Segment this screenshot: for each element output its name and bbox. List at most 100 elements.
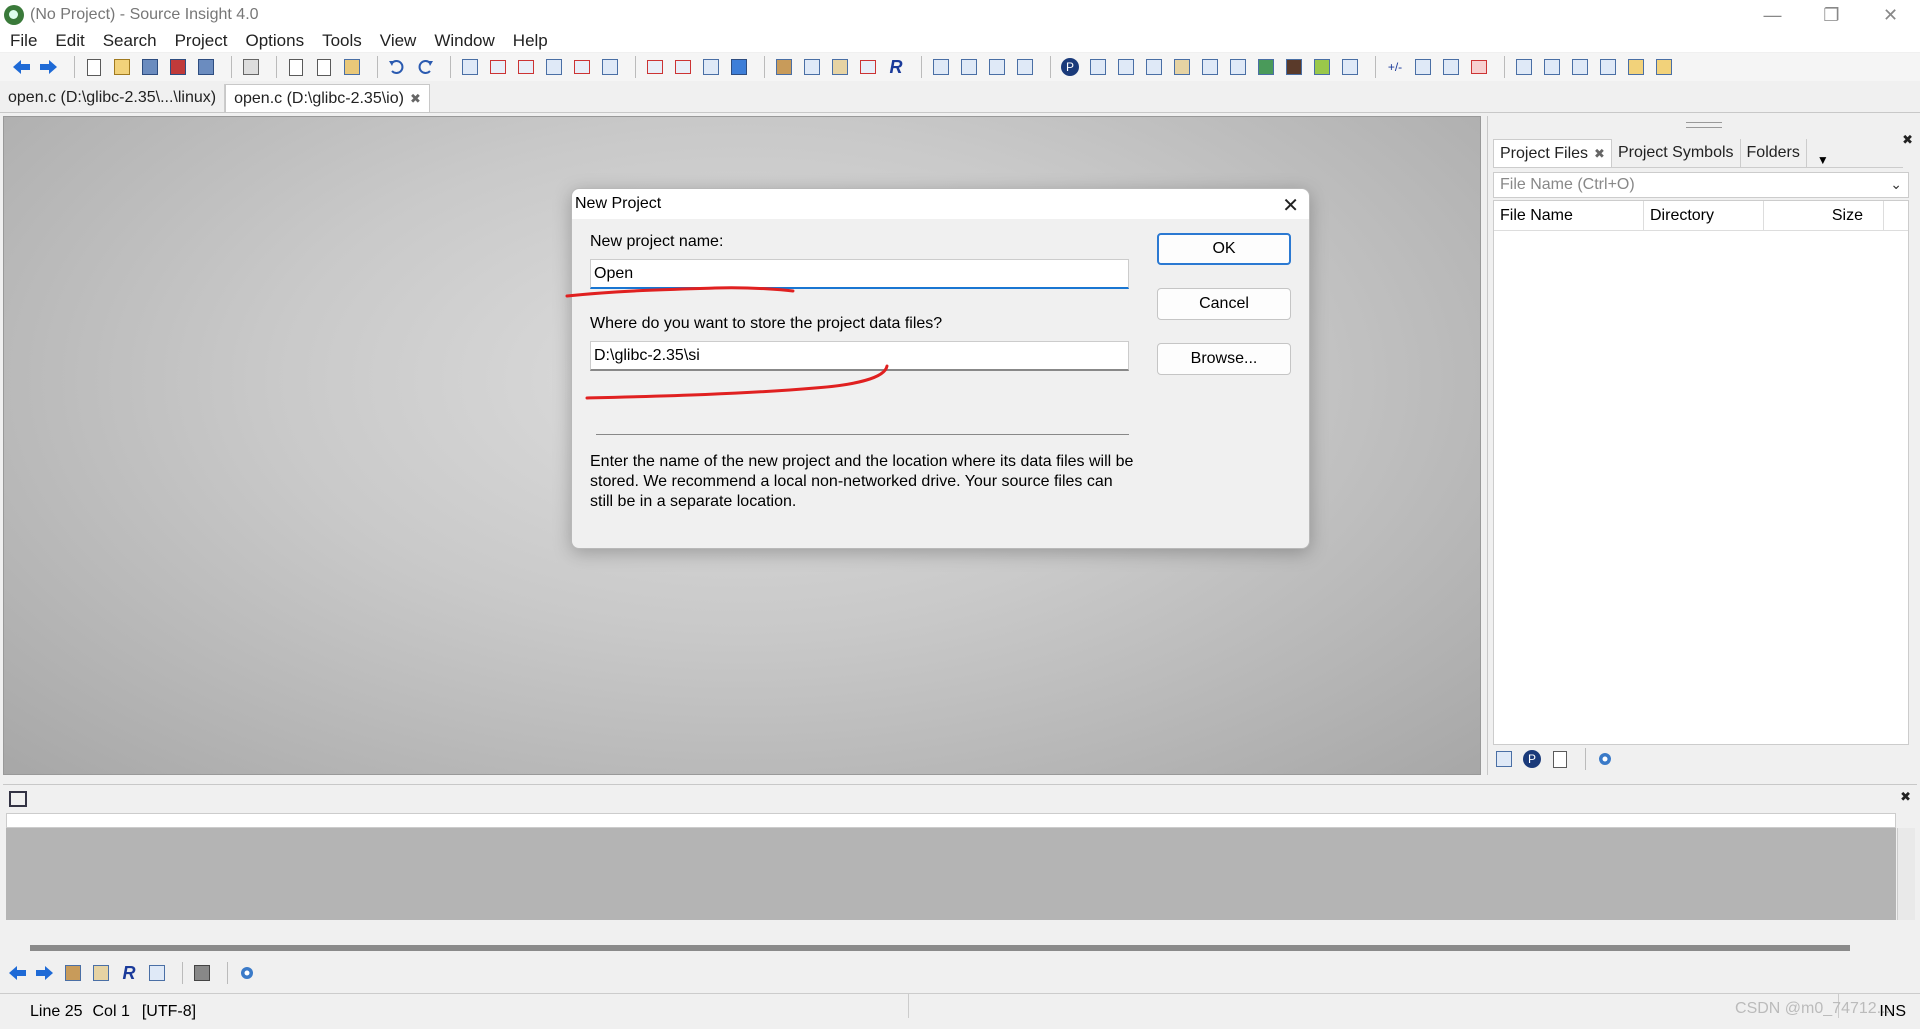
search-web-icon[interactable]: [599, 56, 621, 78]
cancel-button[interactable]: Cancel: [1157, 288, 1291, 320]
cut-icon[interactable]: [285, 56, 307, 78]
settings-folder-icon[interactable]: [1653, 56, 1675, 78]
window-b-icon[interactable]: [1541, 56, 1563, 78]
menu-window[interactable]: Window: [434, 31, 494, 51]
undo-icon[interactable]: [386, 56, 408, 78]
chevron-down-icon[interactable]: ⌄: [1890, 176, 1902, 193]
tab-folders[interactable]: Folders: [1741, 139, 1807, 167]
restore-button[interactable]: ❐: [1802, 0, 1861, 30]
bookmark-prev-icon[interactable]: [644, 56, 666, 78]
window-c-icon[interactable]: [1569, 56, 1591, 78]
close-window-button[interactable]: ✕: [1861, 0, 1920, 30]
function-icon[interactable]: [857, 56, 879, 78]
replace-icon[interactable]: [571, 56, 593, 78]
back-arrow-icon[interactable]: [10, 56, 32, 78]
remove-level-icon[interactable]: [1440, 56, 1462, 78]
menu-project[interactable]: Project: [175, 31, 228, 51]
open-folder-icon[interactable]: [111, 56, 133, 78]
minimize-button[interactable]: —: [1743, 0, 1802, 30]
vertical-scrollbar[interactable]: [1897, 828, 1915, 920]
window-d-icon[interactable]: [1597, 56, 1619, 78]
menu-view[interactable]: View: [380, 31, 417, 51]
find-up-icon[interactable]: [487, 56, 509, 78]
save-as-icon[interactable]: [167, 56, 189, 78]
close-all-icon[interactable]: [1468, 56, 1490, 78]
panel-close-icon[interactable]: ✖: [1900, 789, 1911, 805]
column-file-name[interactable]: File Name: [1494, 201, 1644, 230]
dialog-close-icon[interactable]: ✕: [1282, 193, 1299, 218]
browse-button[interactable]: Browse...: [1157, 343, 1291, 375]
book-icon[interactable]: [829, 56, 851, 78]
forward-arrow-icon[interactable]: [38, 56, 60, 78]
tab-open-c-io[interactable]: open.c (D:\glibc-2.35\io) ✖: [225, 84, 430, 112]
symbol-window-icon[interactable]: [773, 56, 795, 78]
menu-edit[interactable]: Edit: [55, 31, 84, 51]
menu-file[interactable]: File: [10, 31, 37, 51]
new-file-icon[interactable]: [83, 56, 105, 78]
bird-icon[interactable]: [1283, 56, 1305, 78]
paste-icon[interactable]: [341, 56, 363, 78]
add-level-icon[interactable]: [1412, 56, 1434, 78]
find-down-icon[interactable]: [515, 56, 537, 78]
save-icon[interactable]: [139, 56, 161, 78]
menu-search[interactable]: Search: [103, 31, 157, 51]
folder-icon[interactable]: [1625, 56, 1647, 78]
window-a-icon[interactable]: [1513, 56, 1535, 78]
bookmark-next-icon[interactable]: [672, 56, 694, 78]
layout-4-icon[interactable]: [1014, 56, 1036, 78]
browse-icon[interactable]: [1227, 56, 1249, 78]
symbol-window-icon[interactable]: [62, 962, 84, 984]
split-icon[interactable]: [1339, 56, 1361, 78]
tab-close-icon[interactable]: ✖: [410, 91, 421, 107]
redo-icon[interactable]: [414, 56, 436, 78]
star-bookmark-icon[interactable]: [728, 56, 750, 78]
tab-open-c-linux[interactable]: open.c (D:\glibc-2.35\...\linux): [0, 84, 226, 112]
search-files-icon[interactable]: [543, 56, 565, 78]
sync-icon[interactable]: [1171, 56, 1193, 78]
layout-3-icon[interactable]: [986, 56, 1008, 78]
horizontal-scrollbar[interactable]: [6, 940, 1916, 956]
back-arrow-icon[interactable]: [6, 962, 28, 984]
bottom-panel-content[interactable]: [6, 828, 1896, 920]
panel-grip[interactable]: [1686, 122, 1722, 128]
menu-options[interactable]: Options: [246, 31, 305, 51]
tree-icon[interactable]: [1115, 56, 1137, 78]
list-icon[interactable]: [1549, 748, 1571, 770]
ok-button[interactable]: OK: [1157, 233, 1291, 265]
project-icon[interactable]: P: [1059, 56, 1081, 78]
expand-icon[interactable]: +/-: [1384, 56, 1406, 78]
references-icon[interactable]: R: [885, 56, 907, 78]
tree-icon[interactable]: [146, 962, 168, 984]
lock-icon[interactable]: [191, 962, 213, 984]
menu-tools[interactable]: Tools: [322, 31, 362, 51]
project-props-icon[interactable]: P: [1521, 748, 1543, 770]
home-icon[interactable]: [1255, 56, 1277, 78]
tabs-more-icon[interactable]: ▼: [1817, 153, 1829, 167]
layout-1-icon[interactable]: [930, 56, 952, 78]
tab-close-icon[interactable]: ✖: [1594, 146, 1605, 162]
forward-arrow-icon[interactable]: [34, 962, 56, 984]
clip-icon[interactable]: [1199, 56, 1221, 78]
print-icon[interactable]: [240, 56, 262, 78]
book-icon[interactable]: [90, 962, 112, 984]
panel-close-icon[interactable]: ✖: [1902, 132, 1913, 148]
open-project-icon[interactable]: [1493, 748, 1515, 770]
tab-project-files[interactable]: Project Files ✖: [1493, 139, 1612, 167]
column-directory[interactable]: Directory: [1644, 201, 1764, 230]
column-size[interactable]: Size: [1764, 201, 1884, 230]
scroll-thumb[interactable]: [30, 945, 1850, 951]
context-icon[interactable]: [801, 56, 823, 78]
relation-icon[interactable]: [1087, 56, 1109, 78]
find-icon[interactable]: [459, 56, 481, 78]
compare-icon[interactable]: [1311, 56, 1333, 78]
project-file-list[interactable]: File Name Directory Size: [1493, 200, 1909, 745]
layout-2-icon[interactable]: [958, 56, 980, 78]
save-all-icon[interactable]: [195, 56, 217, 78]
script-icon[interactable]: [1143, 56, 1165, 78]
file-name-filter-input[interactable]: File Name (Ctrl+O) ⌄: [1493, 172, 1909, 198]
references-icon[interactable]: R: [118, 962, 140, 984]
gear-icon[interactable]: [1594, 748, 1616, 770]
gear-icon[interactable]: [236, 962, 258, 984]
copy-icon[interactable]: [313, 56, 335, 78]
tab-project-symbols[interactable]: Project Symbols: [1612, 139, 1741, 167]
